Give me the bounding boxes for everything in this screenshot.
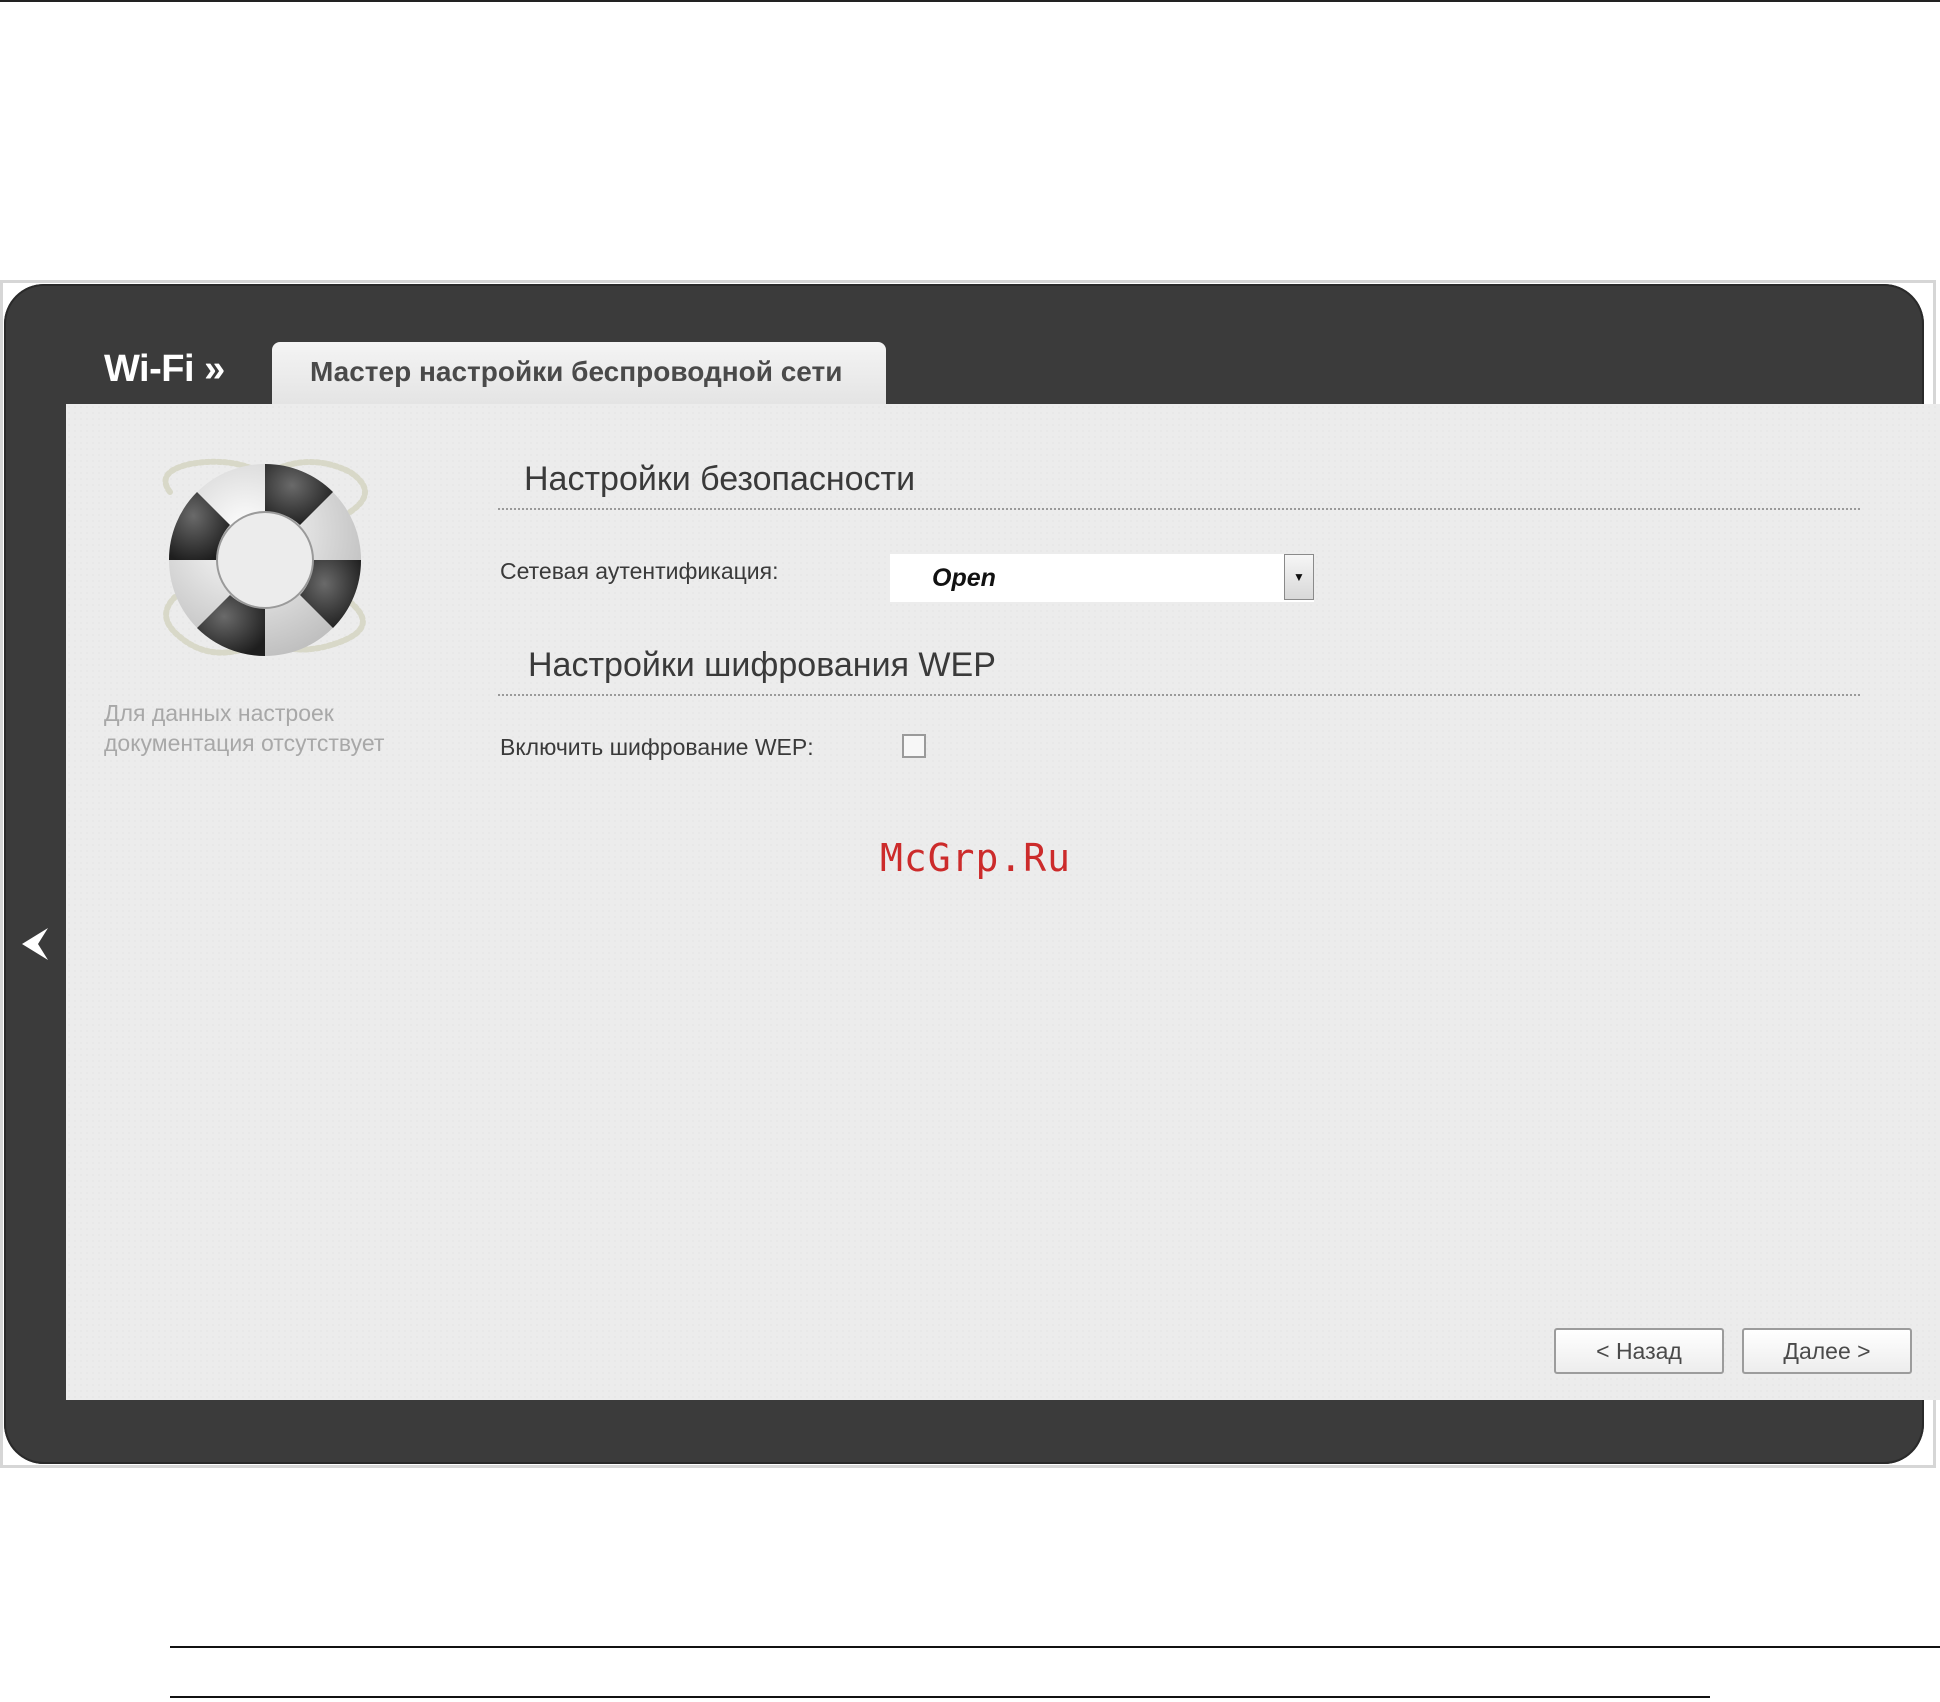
help-note-line1: Для данных настроек [104,700,334,726]
help-note: Для данных настроек документация отсутст… [104,698,424,758]
footer-rule-1 [170,1646,1940,1648]
lifebuoy-icon [162,458,368,657]
wep-section-divider [498,694,1860,696]
section-breadcrumb[interactable]: Wi-Fi » [104,348,225,391]
tab-wireless-wizard[interactable]: Мастер настройки беспроводной сети [272,342,886,404]
watermark: McGrp.Ru [880,836,1072,880]
network-auth-label: Сетевая аутентификация: [500,558,779,584]
collapse-sidebar-arrow-icon[interactable] [18,924,54,964]
footer-rule-2 [170,1696,1710,1698]
page-top-rule [0,0,1940,2]
wep-settings-title: Настройки шифрования WEP [528,646,996,684]
enable-wep-label: Включить шифрование WEP: [500,734,814,760]
enable-wep-checkbox[interactable] [902,734,926,758]
security-section-divider [498,508,1860,510]
help-note-line2: документация отсутствует [104,730,385,756]
security-settings-title: Настройки безопасности [524,460,916,498]
back-button[interactable]: < Назад [1554,1328,1724,1374]
network-auth-select[interactable]: Open ▼ [890,554,1314,602]
next-button[interactable]: Далее > [1742,1328,1912,1374]
network-auth-value: Open [932,564,996,592]
chevron-down-icon[interactable]: ▼ [1284,554,1314,600]
